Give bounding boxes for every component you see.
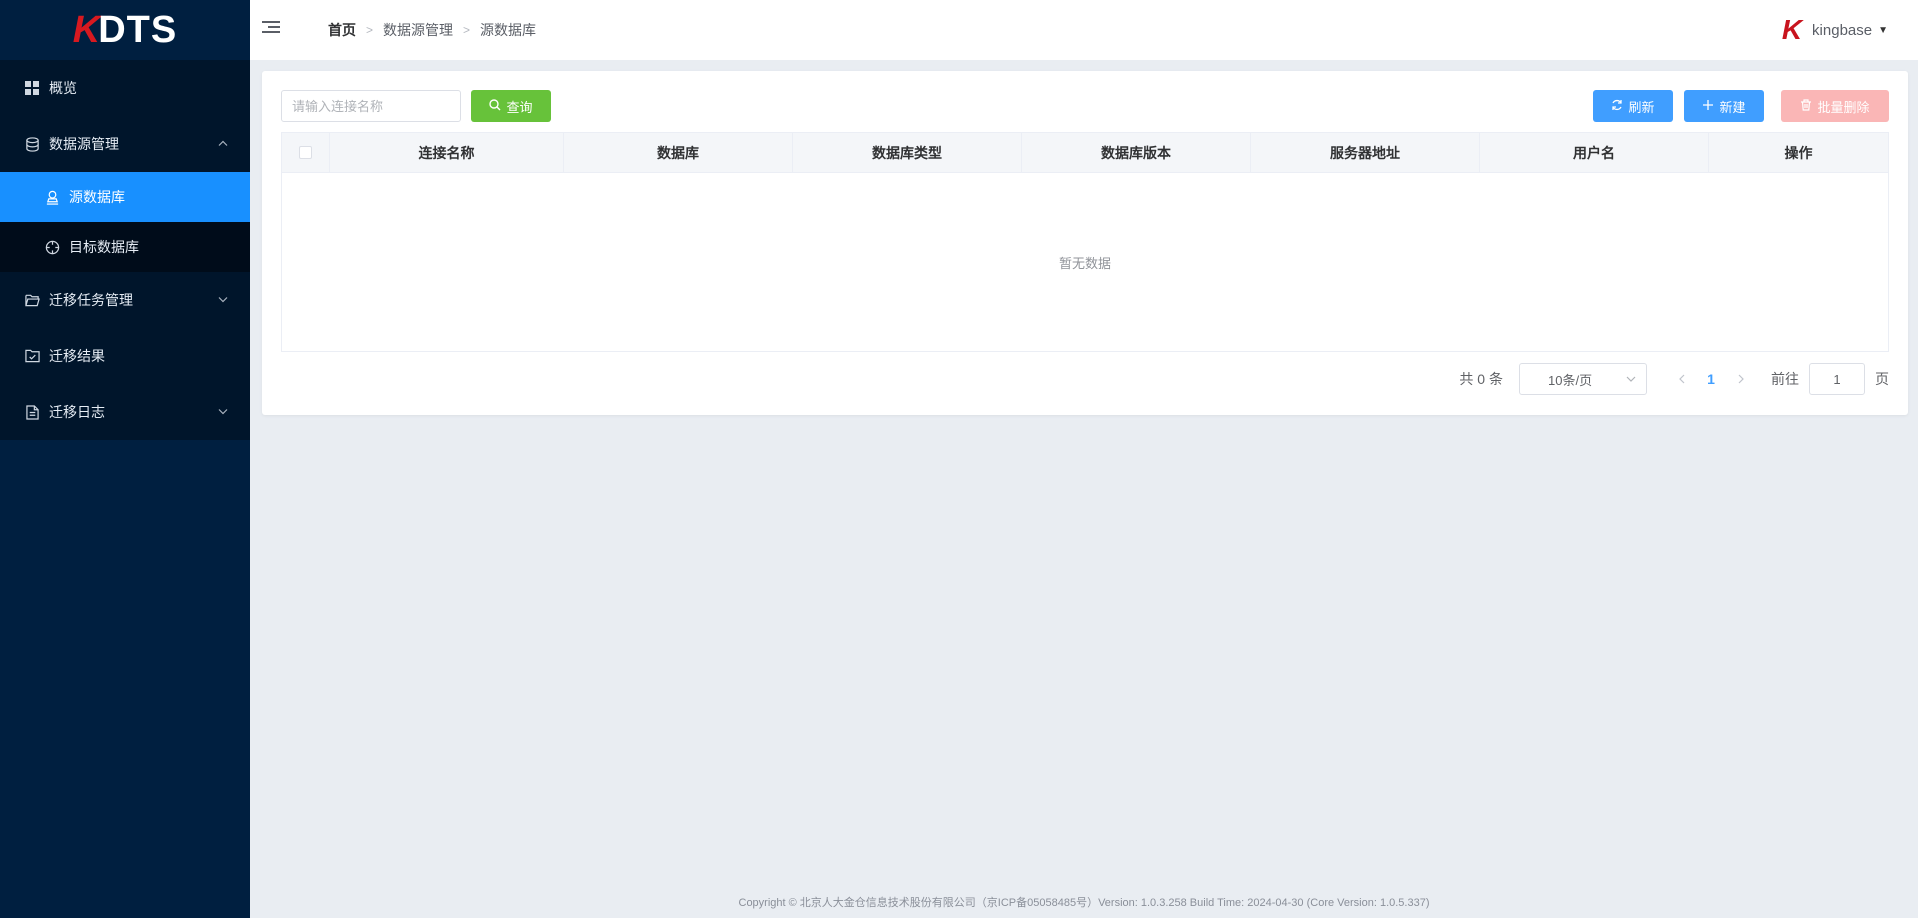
prev-page-icon[interactable]: [1667, 372, 1695, 387]
sidebar-item-source-db[interactable]: 源数据库: [0, 172, 250, 222]
sidebar-item-label: 源数据库: [69, 189, 125, 205]
footer-copyright: Copyright © 北京人大金仓信息技术股份有限公司（京ICP备050584…: [738, 897, 1430, 909]
sidebar-item-label: 概览: [49, 80, 77, 96]
folder-open-icon: [24, 292, 40, 308]
sidebar-background: [0, 440, 250, 918]
target-icon: [44, 239, 60, 255]
page-suffix: 页: [1875, 371, 1889, 387]
chevron-right-icon: >: [366, 23, 374, 37]
select-all-checkbox[interactable]: [299, 146, 312, 159]
column-header: 操作: [1784, 144, 1813, 161]
sidebar-item-target-db[interactable]: 目标数据库: [0, 222, 250, 272]
refresh-label: 刷新: [1628, 99, 1655, 115]
sidebar-item-migration-results[interactable]: 迁移结果: [0, 328, 250, 384]
chevron-right-icon: >: [463, 23, 471, 37]
search-icon: [489, 98, 501, 114]
trash-icon: [1800, 98, 1812, 114]
pagination: 共 0 条 10条/页 1 前往 1 页: [1459, 363, 1889, 395]
sidebar-item-migration-task-management[interactable]: 迁移任务管理: [0, 272, 250, 328]
submenu-datasource: 源数据库 目标数据库: [0, 172, 250, 272]
menu-toggle-icon[interactable]: [262, 21, 280, 33]
chevron-down-icon: [1626, 373, 1636, 385]
side-menu: 概览 数据源管理 源数据库 目标数据库 迁移任务管理 迁移结果 迁移日志: [0, 60, 250, 440]
document-icon: [24, 404, 40, 420]
sidebar-item-label: 迁移任务管理: [49, 292, 133, 308]
column-header: 用户名: [1480, 133, 1709, 172]
username: kingbase: [1812, 21, 1873, 39]
select-all-cell: [282, 133, 330, 172]
breadcrumb-current: 源数据库: [480, 22, 537, 38]
batch-delete-button[interactable]: 批量删除: [1781, 90, 1889, 122]
refresh-icon: [1611, 99, 1623, 114]
new-label: 新建: [1719, 99, 1746, 115]
plus-icon: [1702, 99, 1714, 114]
app-logo: K DTS: [0, 0, 250, 60]
content-card: 查询 刷新 新建 批量删除 连接名称 数据库 数据库类型 数据库版本 服务器地址…: [262, 71, 1908, 415]
table-header: 连接名称 数据库 数据库类型 数据库版本 服务器地址 用户名 操作: [282, 133, 1888, 173]
chevron-down-icon: [218, 295, 228, 306]
new-button[interactable]: 新建: [1684, 90, 1764, 122]
column-header: 数据库: [564, 133, 793, 172]
sidebar-item-datasource-management[interactable]: 数据源管理: [0, 116, 250, 172]
chevron-up-icon: [218, 139, 228, 150]
sidebar-item-migration-log[interactable]: 迁移日志: [0, 384, 250, 440]
column-header: 连接名称: [330, 133, 564, 172]
breadcrumb-home[interactable]: 首页: [328, 20, 356, 40]
database-icon: [24, 136, 40, 152]
column-header: 数据库版本: [1022, 133, 1251, 172]
logo-k: K: [72, 8, 100, 51]
grid-icon: [24, 80, 40, 96]
next-page-icon[interactable]: [1727, 372, 1755, 387]
sidebar-item-label: 目标数据库: [69, 239, 139, 255]
empty-state: 暂无数据: [1058, 255, 1111, 271]
page-size-value: 10条/页: [1548, 372, 1593, 388]
user-stamp-icon: [44, 189, 60, 205]
caret-down-icon: ▼: [1878, 24, 1888, 36]
sidebar-item-label: 迁移结果: [49, 348, 105, 364]
chevron-down-icon: [218, 407, 228, 418]
goto-page-input[interactable]: 1: [1809, 363, 1865, 395]
page-number[interactable]: 1: [1695, 371, 1727, 387]
sidebar-item-label: 迁移日志: [49, 404, 105, 420]
kingbase-logo-icon: K: [1781, 14, 1803, 45]
search-input[interactable]: [281, 90, 461, 122]
breadcrumb-datasource[interactable]: 数据源管理: [383, 20, 453, 40]
sidebar-item-label: 数据源管理: [49, 136, 119, 152]
breadcrumb: 首页 > 数据源管理 > 源数据库: [328, 20, 536, 40]
column-header: 服务器地址: [1251, 133, 1480, 172]
user-menu[interactable]: K kingbase ▼: [1782, 0, 1888, 60]
page-size-select[interactable]: 10条/页: [1519, 363, 1647, 395]
query-label: 查询: [506, 99, 533, 115]
logo-text: DTS: [98, 8, 178, 51]
refresh-button[interactable]: 刷新: [1593, 90, 1673, 122]
datasource-table: 连接名称 数据库 数据库类型 数据库版本 服务器地址 用户名 操作 暂无数据: [281, 132, 1889, 352]
sidebar-item-overview[interactable]: 概览: [0, 60, 250, 116]
goto-label: 前往: [1771, 371, 1799, 387]
column-header: 数据库类型: [793, 133, 1022, 172]
batch-delete-label: 批量删除: [1817, 99, 1870, 115]
top-header: 首页 > 数据源管理 > 源数据库 K kingbase ▼: [250, 0, 1918, 60]
total-count: 共 0 条: [1459, 371, 1503, 387]
sidebar: K DTS 概览 数据源管理 源数据库 目标数据库 迁移任务管理 迁移结果 迁移…: [0, 0, 250, 918]
folder-check-icon: [24, 348, 40, 364]
query-button[interactable]: 查询: [471, 90, 551, 122]
